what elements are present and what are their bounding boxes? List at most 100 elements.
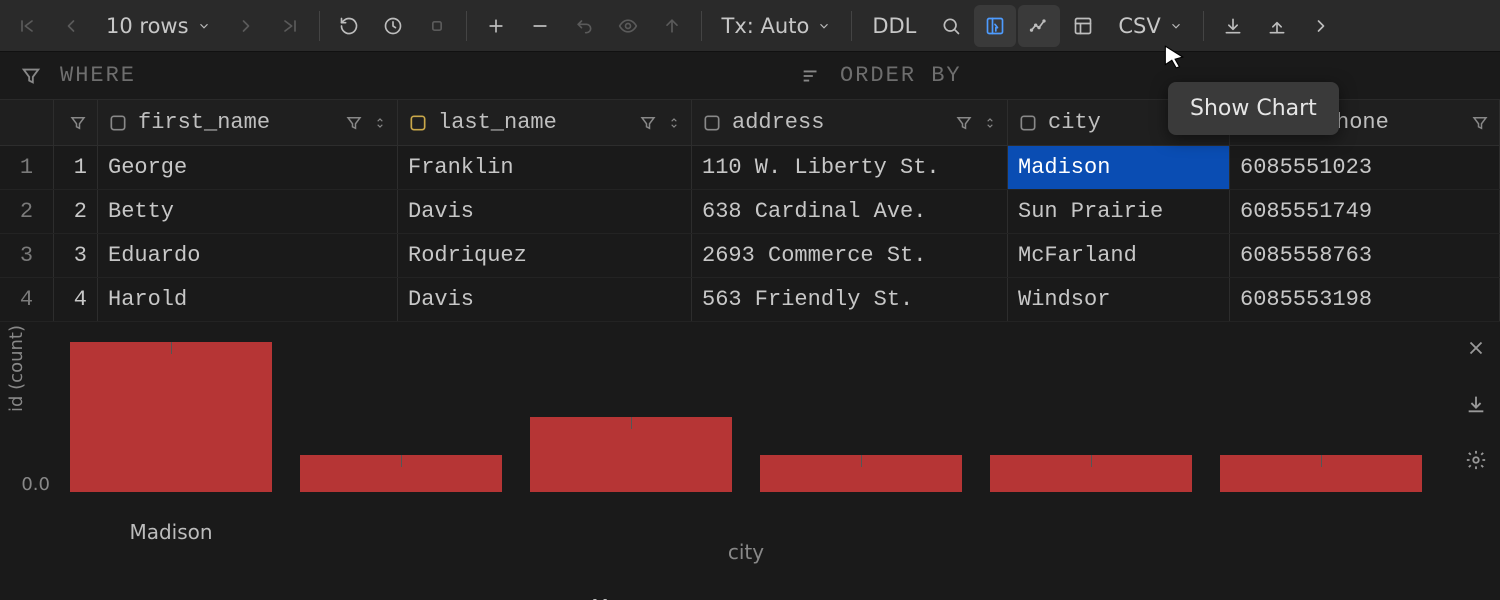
last-page-button[interactable] [269,5,311,47]
download-button[interactable] [1212,5,1254,47]
chart-toolbar [1462,334,1490,474]
more-button[interactable] [1300,5,1342,47]
preview-changes-button[interactable] [607,5,649,47]
chart-bar[interactable]: Monona [516,417,746,492]
table-row[interactable]: 11GeorgeFranklin110 W. Liberty St.Madiso… [0,146,1500,190]
address-cell[interactable]: 638 Cardinal Ave. [692,190,1008,233]
row-limit-dropdown[interactable]: 10 rows [94,5,223,47]
first-name-cell[interactable]: Betty [98,190,398,233]
chart-bar[interactable]: Sun Prairie [746,455,976,493]
filter-icon[interactable] [1471,114,1489,132]
id-cell[interactable]: 4 [54,278,98,321]
chart-category-label: Monona [591,595,670,600]
chart-settings-button[interactable] [1462,446,1490,474]
x-axis-label: city [56,540,1436,564]
telephone-cell[interactable]: 6085553198 [1230,278,1500,321]
export-format-dropdown[interactable]: CSV [1106,5,1194,47]
id-header[interactable] [54,100,98,145]
where-clause[interactable]: WHERE [20,63,136,88]
row-index-header[interactable] [0,100,54,145]
y-axis-tick: 0.0 [21,474,50,495]
filter-icon[interactable] [639,114,657,132]
auto-refresh-button[interactable] [372,5,414,47]
address-header[interactable]: address [692,100,1008,145]
filter-panel-button[interactable] [974,5,1016,47]
export-format-label: CSV [1118,14,1160,38]
tx-mode-dropdown[interactable]: Tx: Auto [710,5,844,47]
chart-bar[interactable]: Windsor [1206,455,1436,493]
sort-icon[interactable] [667,114,681,132]
search-button[interactable] [930,5,972,47]
submit-button[interactable] [651,5,693,47]
column-label: city [1048,110,1101,135]
ddl-button[interactable]: DDL [860,5,928,47]
tx-mode-label: Tx: Auto [722,14,810,38]
order-by-clause[interactable]: ORDER BY [800,63,962,88]
address-cell[interactable]: 2693 Commerce St. [692,234,1008,277]
stop-button[interactable] [416,5,458,47]
sort-icon [800,65,822,87]
upload-button[interactable] [1256,5,1298,47]
column-label: address [732,110,824,135]
chart-plot-area: MadisonMcFarlandMononaSun PrairieWaunake… [56,322,1500,580]
filter-icon[interactable] [345,114,363,132]
telephone-cell[interactable]: 6085558763 [1230,234,1500,277]
sort-icon[interactable] [373,114,387,132]
city-cell[interactable]: Sun Prairie [1008,190,1230,233]
tooltip: Show Chart [1168,82,1339,135]
first-name-cell[interactable]: Harold [98,278,398,321]
first-name-cell[interactable]: George [98,146,398,189]
chart-close-button[interactable] [1462,334,1490,362]
first-page-button[interactable] [6,5,48,47]
column-icon [408,113,428,133]
chart-export-button[interactable] [1462,390,1490,418]
row-index-cell[interactable]: 2 [0,190,54,233]
column-label: first_name [138,110,270,135]
chart-panel: id (count) 0.0 MadisonMcFarlandMononaSun… [0,322,1500,580]
row-index-cell[interactable]: 1 [0,146,54,189]
revert-button[interactable] [563,5,605,47]
view-mode-button[interactable] [1062,5,1104,47]
table-row[interactable]: 33EduardoRodriquez2693 Commerce St.McFar… [0,234,1500,278]
add-row-button[interactable] [475,5,517,47]
chart-y-axis: id (count) 0.0 [0,322,56,580]
table-row[interactable]: 22BettyDavis638 Cardinal Ave.Sun Prairie… [0,190,1500,234]
prev-page-button[interactable] [50,5,92,47]
where-label: WHERE [60,63,136,88]
last-name-cell[interactable]: Davis [398,278,692,321]
chart-bar[interactable]: McFarland [286,455,516,493]
id-cell[interactable]: 3 [54,234,98,277]
table-row[interactable]: 44HaroldDavis563 Friendly St.Windsor6085… [0,278,1500,322]
id-cell[interactable]: 2 [54,190,98,233]
refresh-button[interactable] [328,5,370,47]
id-cell[interactable]: 1 [54,146,98,189]
city-cell[interactable]: Windsor [1008,278,1230,321]
next-page-button[interactable] [225,5,267,47]
filter-icon[interactable] [955,114,973,132]
last-name-cell[interactable]: Rodriquez [398,234,692,277]
chart-bar[interactable]: Madison [56,342,286,492]
row-index-cell[interactable]: 3 [0,234,54,277]
city-cell[interactable]: McFarland [1008,234,1230,277]
toolbar: 10 rows Tx: Auto DDL CSV [0,0,1500,52]
delete-row-button[interactable] [519,5,561,47]
first-name-header[interactable]: first_name [98,100,398,145]
address-cell[interactable]: 110 W. Liberty St. [692,146,1008,189]
chart-bar[interactable]: Waunakee [976,455,1206,493]
last-name-cell[interactable]: Davis [398,190,692,233]
last-name-header[interactable]: last_name [398,100,692,145]
column-icon [1018,113,1038,133]
column-icon [108,113,128,133]
order-by-label: ORDER BY [840,63,962,88]
city-cell[interactable]: Madison [1008,146,1230,189]
sort-icon[interactable] [983,114,997,132]
address-cell[interactable]: 563 Friendly St. [692,278,1008,321]
first-name-cell[interactable]: Eduardo [98,234,398,277]
column-label: last_name [438,110,557,135]
show-chart-button[interactable] [1018,5,1060,47]
filter-icon [20,65,42,87]
telephone-cell[interactable]: 6085551023 [1230,146,1500,189]
last-name-cell[interactable]: Franklin [398,146,692,189]
telephone-cell[interactable]: 6085551749 [1230,190,1500,233]
row-index-cell[interactable]: 4 [0,278,54,321]
